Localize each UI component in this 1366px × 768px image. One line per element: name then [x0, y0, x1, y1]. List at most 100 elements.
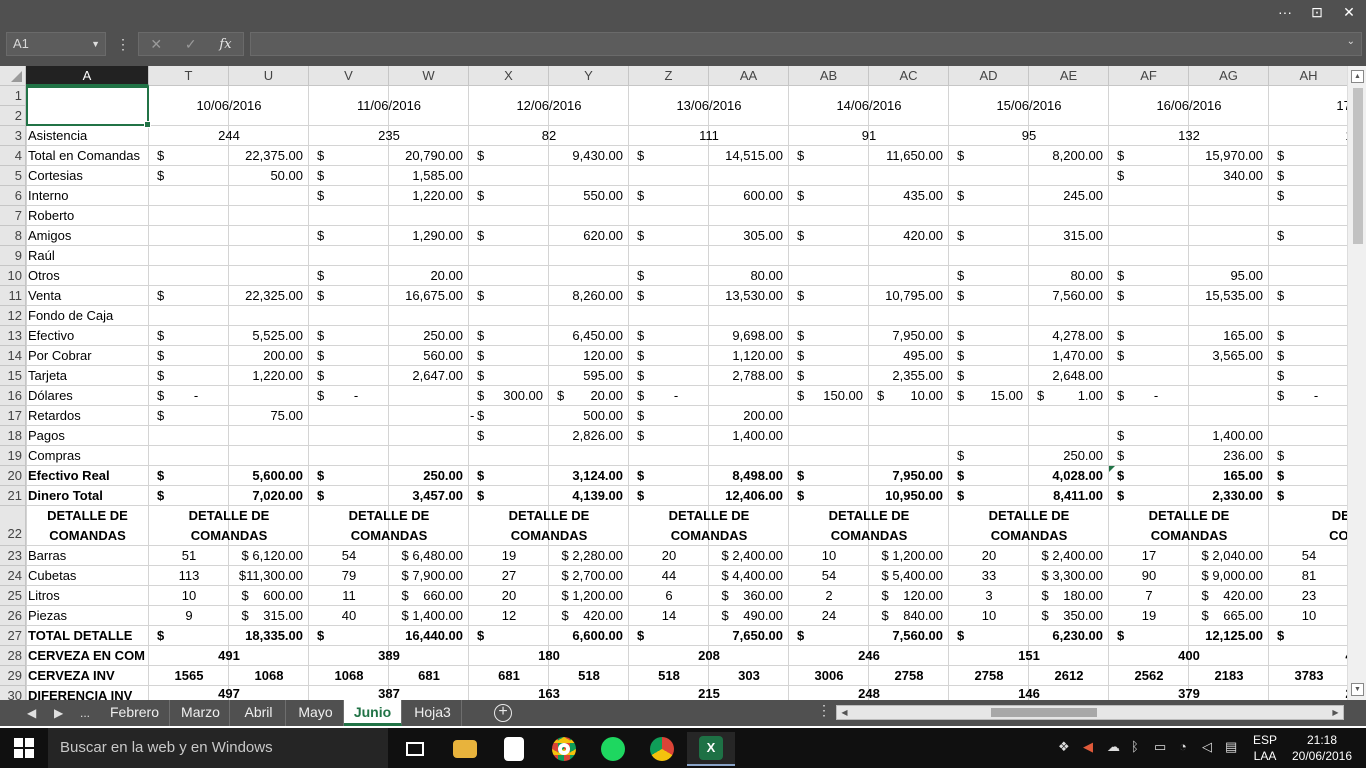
cancel-entry-icon[interactable]: ✕: [150, 36, 162, 53]
chevron-down-icon[interactable]: ▼: [91, 33, 100, 55]
notifications-icon[interactable]: ▤: [1225, 739, 1237, 755]
add-sheet-icon[interactable]: +: [494, 704, 512, 722]
row-header-16[interactable]: 16: [0, 386, 26, 406]
column-header-z[interactable]: Z: [629, 66, 709, 86]
sheet-tab-hoja3[interactable]: Hoja3: [404, 700, 462, 726]
sheet-tab-abril[interactable]: Abril: [232, 700, 286, 726]
clock[interactable]: 21:18 20/06/2016: [1290, 732, 1354, 764]
horizontal-scrollbar[interactable]: ◀ ▶: [836, 705, 1344, 720]
clock-date: 20/06/2016: [1291, 749, 1353, 763]
row-header-22[interactable]: 22: [0, 506, 26, 546]
row-header-14[interactable]: 14: [0, 346, 26, 366]
confirm-entry-icon[interactable]: ✓: [185, 36, 197, 53]
wifi-icon[interactable]: ◔: [1179, 739, 1187, 754]
close-icon[interactable]: ✕: [1340, 2, 1358, 22]
column-header-ab[interactable]: AB: [789, 66, 869, 86]
scroll-up-icon[interactable]: ▲: [1351, 70, 1364, 83]
calculator-button[interactable]: [490, 732, 538, 766]
row-header-23[interactable]: 23: [0, 546, 26, 566]
start-button[interactable]: [14, 738, 34, 758]
more-sheets-button[interactable]: ...: [80, 704, 90, 722]
row-header-8[interactable]: 8: [0, 226, 26, 246]
language-indicator[interactable]: ESP LAA: [1253, 732, 1277, 764]
row-header-20[interactable]: 20: [0, 466, 26, 486]
volume-muted-icon[interactable]: ◀: [1083, 739, 1093, 755]
row-header-12[interactable]: 12: [0, 306, 26, 326]
row-header-7[interactable]: 7: [0, 206, 26, 226]
sheet-tab-junio[interactable]: Junio: [344, 700, 402, 726]
chrome-button-2[interactable]: [638, 732, 686, 766]
row-header-4[interactable]: 4: [0, 146, 26, 166]
column-header-u[interactable]: U: [229, 66, 309, 86]
column-header-t[interactable]: T: [149, 66, 229, 86]
column-header-w[interactable]: W: [389, 66, 469, 86]
scroll-left-icon[interactable]: ◀: [838, 706, 851, 719]
error-indicator-icon[interactable]: [1109, 466, 1115, 472]
select-all-button[interactable]: [0, 66, 26, 86]
task-view-button[interactable]: [391, 732, 439, 766]
sheet-tab-febrero[interactable]: Febrero: [100, 700, 170, 726]
dropbox-icon[interactable]: ❖: [1058, 739, 1070, 755]
scroll-right-icon[interactable]: ▶: [1329, 706, 1342, 719]
row-header-11[interactable]: 11: [0, 286, 26, 306]
column-header-aa[interactable]: AA: [709, 66, 789, 86]
battery-icon[interactable]: ▭: [1154, 739, 1166, 755]
column-header-ac[interactable]: AC: [869, 66, 949, 86]
prev-sheet-icon[interactable]: ◀: [27, 704, 36, 722]
column-header-ae[interactable]: AE: [1029, 66, 1109, 86]
column-header-ad[interactable]: AD: [949, 66, 1029, 86]
excel-button[interactable]: X: [687, 732, 735, 766]
row-header-29[interactable]: 29: [0, 666, 26, 686]
column-header-a[interactable]: A: [26, 66, 149, 86]
row-header-1[interactable]: 1: [0, 86, 26, 106]
sheet-tab-mayo[interactable]: Mayo: [288, 700, 344, 726]
row-header-3[interactable]: 3: [0, 126, 26, 146]
formula-options-icon[interactable]: ⋮: [116, 34, 130, 54]
row-header-2[interactable]: 2: [0, 106, 26, 126]
row-header-26[interactable]: 26: [0, 606, 26, 626]
file-explorer-button[interactable]: [441, 732, 489, 766]
cloud-icon[interactable]: ☁: [1107, 739, 1120, 755]
row-header-18[interactable]: 18: [0, 426, 26, 446]
taskbar-search-input[interactable]: Buscar en la web y en Windows: [48, 728, 388, 768]
insert-function-icon[interactable]: fx: [219, 37, 231, 52]
row-header-24[interactable]: 24: [0, 566, 26, 586]
column-header-af[interactable]: AF: [1109, 66, 1189, 86]
expand-formula-icon[interactable]: ⌄: [1347, 36, 1355, 47]
vertical-scroll-thumb[interactable]: [1353, 88, 1363, 244]
scroll-down-icon[interactable]: ▼: [1351, 683, 1364, 696]
spreadsheet-grid[interactable]: A T U V W X Y Z AA AB AC AD AE AF AG AH 1 2 3 4 5 6 7 8 9 10 11 12…: [0, 66, 1366, 700]
column-header-x[interactable]: X: [469, 66, 549, 86]
formula-input[interactable]: ⌄: [250, 32, 1362, 56]
column-header-ag[interactable]: AG: [1189, 66, 1269, 86]
row-header-6[interactable]: 6: [0, 186, 26, 206]
name-box[interactable]: A1 ▼: [6, 32, 106, 56]
row-header-5[interactable]: 5: [0, 166, 26, 186]
row-header-17[interactable]: 17: [0, 406, 26, 426]
column-header-v[interactable]: V: [309, 66, 389, 86]
horizontal-scroll-thumb[interactable]: [991, 708, 1097, 717]
spotify-button[interactable]: [589, 732, 637, 766]
row-header-30[interactable]: 30: [0, 686, 26, 700]
column-header-ah[interactable]: AH: [1269, 66, 1349, 86]
vertical-scrollbar[interactable]: ▲ ▼: [1347, 66, 1366, 700]
row-header-19[interactable]: 19: [0, 446, 26, 466]
chrome-button[interactable]: [540, 732, 588, 766]
row-header-9[interactable]: 9: [0, 246, 26, 266]
next-sheet-icon[interactable]: ▶: [54, 704, 63, 722]
column-header-y[interactable]: Y: [549, 66, 629, 86]
row-header-27[interactable]: 27: [0, 626, 26, 646]
restore-icon[interactable]: ⊡: [1308, 2, 1326, 22]
row-header-28[interactable]: 28: [0, 646, 26, 666]
row-header-13[interactable]: 13: [0, 326, 26, 346]
bluetooth-icon[interactable]: ᛒ: [1131, 739, 1139, 754]
row-header-21[interactable]: 21: [0, 486, 26, 506]
more-options-icon[interactable]: ···: [1276, 2, 1294, 22]
sheet-tab-marzo[interactable]: Marzo: [172, 700, 230, 726]
speaker-icon[interactable]: ◁: [1202, 739, 1212, 755]
tab-split-handle[interactable]: ⋮: [817, 702, 831, 719]
row-header-25[interactable]: 25: [0, 586, 26, 606]
row-header-15[interactable]: 15: [0, 366, 26, 386]
active-cell-a1[interactable]: [26, 86, 151, 128]
row-header-10[interactable]: 10: [0, 266, 26, 286]
